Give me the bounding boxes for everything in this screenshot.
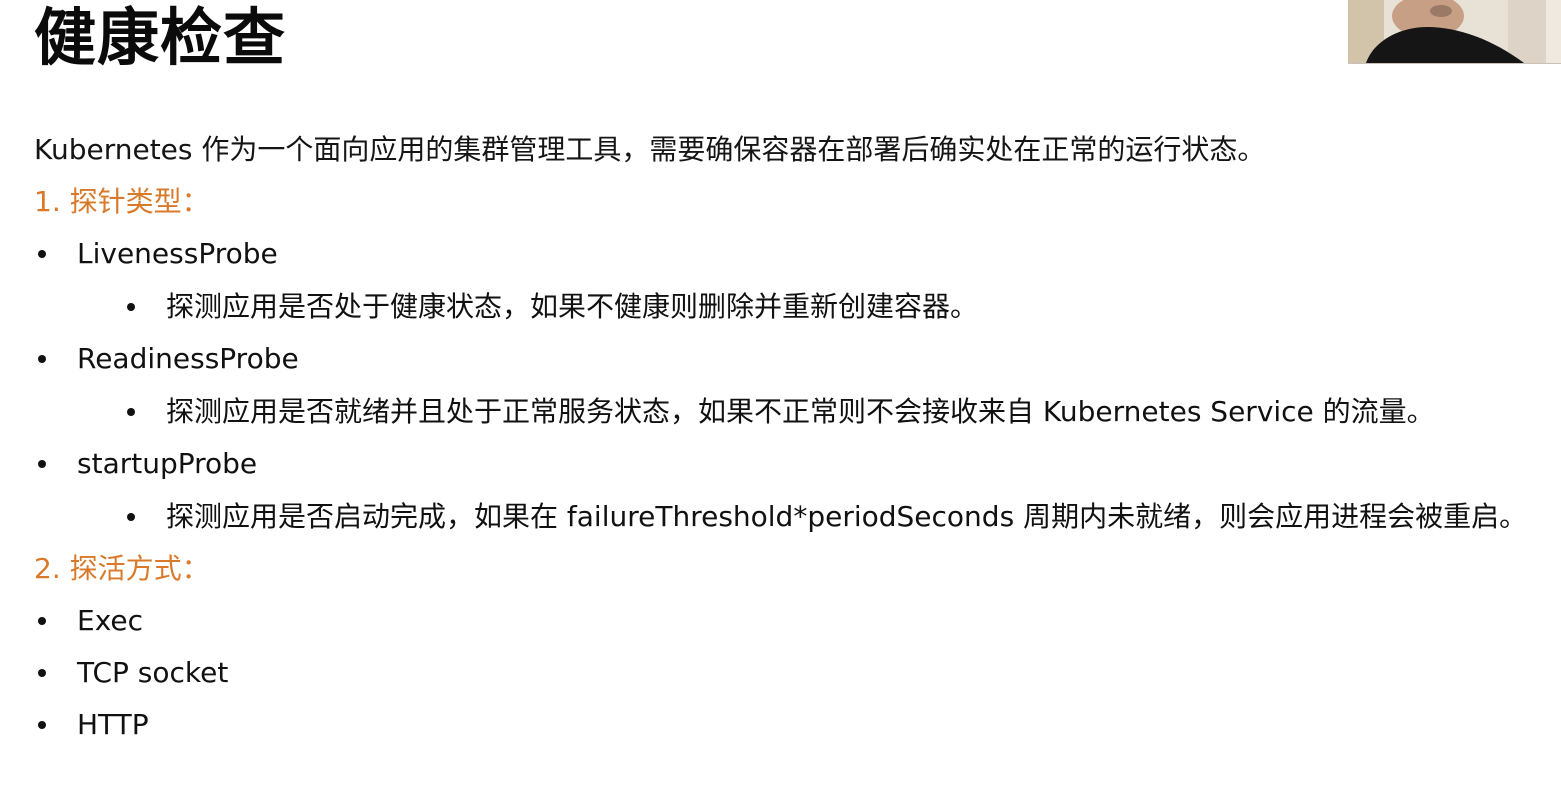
section-heading-probe-types: 1. 探针类型： — [34, 185, 210, 218]
person-silhouette — [1366, 0, 1524, 63]
list-item-label: 探测应用是否就绪并且处于正常服务状态，如果不正常则不会接收来自 Kubernet… — [166, 395, 1435, 428]
bullet-dot-icon — [38, 460, 46, 468]
bullet-dot-icon — [38, 617, 46, 625]
list-item-liveness-detail: 探测应用是否处于健康状态，如果不健康则删除并重新创建容器。 — [127, 289, 978, 325]
list-item-label: 探测应用是否启动完成，如果在 failureThreshold*periodSe… — [166, 500, 1528, 533]
bullet-dot-icon — [38, 721, 46, 729]
bullet-dot-icon — [127, 513, 135, 521]
video-thumbnail — [1348, 0, 1561, 64]
list-item-readinessprobe: ReadinessProbe — [38, 341, 299, 377]
list-item-http: HTTP — [38, 707, 149, 743]
list-item-label: HTTP — [77, 708, 149, 741]
section-heading-probe-methods: 2. 探活方式： — [34, 552, 210, 585]
list-item-startup-detail: 探测应用是否启动完成，如果在 failureThreshold*periodSe… — [127, 499, 1527, 535]
list-item-label: 探测应用是否处于健康状态，如果不健康则删除并重新创建容器。 — [166, 290, 979, 323]
list-item-readiness-detail: 探测应用是否就绪并且处于正常服务状态，如果不正常则不会接收来自 Kubernet… — [127, 394, 1435, 430]
list-item-exec: Exec — [38, 603, 143, 639]
bullet-dot-icon — [38, 250, 46, 258]
bullet-dot-icon — [38, 355, 46, 363]
list-item-label: Exec — [77, 604, 144, 637]
slide: 健康检查 Kubernetes 作为一个面向应用的集群管理工具，需要确保容器在部… — [0, 0, 1561, 785]
bullet-dot-icon — [127, 303, 135, 311]
list-item-label: ReadinessProbe — [77, 342, 299, 375]
list-item-tcp-socket: TCP socket — [38, 655, 228, 691]
page-title: 健康检查 — [34, 1, 287, 74]
bullet-dot-icon — [127, 408, 135, 416]
list-item-livenessprobe: LivenessProbe — [38, 236, 278, 272]
list-item-label: LivenessProbe — [77, 237, 278, 270]
list-item-label: startupProbe — [77, 447, 258, 480]
list-item-label: TCP socket — [77, 656, 229, 689]
intro-text: Kubernetes 作为一个面向应用的集群管理工具，需要确保容器在部署后确实处… — [34, 133, 1266, 166]
list-item-startupprobe: startupProbe — [38, 446, 257, 482]
bullet-dot-icon — [38, 669, 46, 677]
